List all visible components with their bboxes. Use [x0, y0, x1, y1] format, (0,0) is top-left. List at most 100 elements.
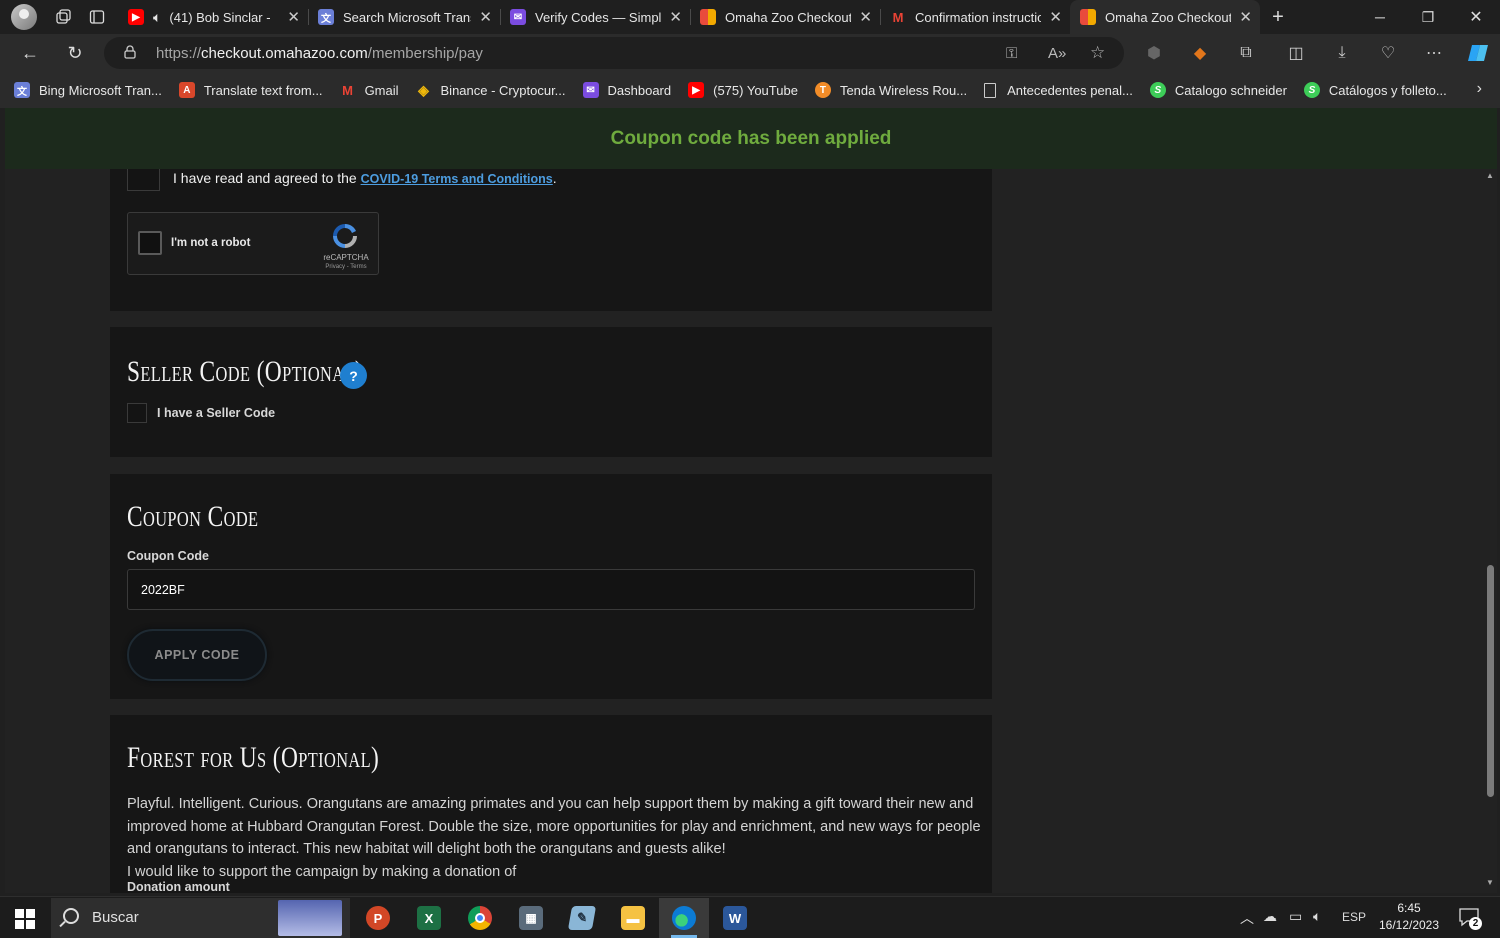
favorite-star-icon[interactable]: ☆ — [1090, 43, 1105, 63]
back-icon[interactable]: ← — [14, 38, 46, 68]
calculator-app-icon[interactable]: ▦ — [506, 898, 556, 938]
workspaces-icon[interactable] — [48, 0, 78, 34]
key-icon[interactable]: ⚿ — [1006, 45, 1017, 62]
refresh-icon[interactable]: ↻ — [59, 38, 91, 68]
seller-code-checkbox-label: I have a Seller Code — [157, 406, 276, 420]
downloads-icon[interactable]: ⤓ — [1328, 39, 1356, 67]
close-tab-icon[interactable]: ✕ — [669, 8, 682, 26]
close-tab-icon[interactable]: ✕ — [479, 8, 492, 26]
schneider-icon: S — [1303, 82, 1320, 98]
notification-center-icon[interactable]: 2 — [1458, 906, 1482, 930]
tenda-icon: T — [814, 82, 831, 98]
url-text[interactable]: https://checkout.omahazoo.com/membership… — [156, 45, 483, 62]
tab-search-microsoft-translator[interactable]: 文 Search Microsoft Trans ✕ — [308, 0, 500, 34]
gmail-icon: M — [342, 82, 353, 98]
volume-icon[interactable]: 🔈︎ — [1313, 908, 1321, 925]
bookmark-binance[interactable]: ◈ Binance - Cryptocur... — [416, 81, 565, 98]
windows-taskbar: Buscar P X ▦ ✎ ▬ W ︿ ☁ ▭ 🔈︎ ESP 6:45 16/… — [0, 896, 1500, 938]
seller-code-card: Seller Code (Optional) ? I have a Seller… — [110, 327, 992, 457]
apply-code-button[interactable]: APPLY CODE — [127, 629, 267, 681]
search-placeholder: Buscar — [92, 909, 139, 926]
seller-code-checkbox[interactable] — [127, 403, 147, 423]
forest-for-us-heading: Forest for Us (Optional) — [127, 741, 380, 774]
coupon-code-input[interactable] — [127, 569, 975, 610]
tab-verify-codes[interactable]: ✉ Verify Codes — Simply ✕ — [500, 0, 690, 34]
coupon-code-heading: Coupon Code — [127, 500, 259, 533]
tab-title: Omaha Zoo Checkout — [1105, 9, 1232, 25]
recaptcha-privacy-terms[interactable]: Privacy - Terms — [320, 264, 372, 270]
profile-avatar[interactable] — [11, 4, 37, 30]
extensions-puzzle-icon[interactable]: ⧉ — [1232, 39, 1260, 67]
forest-for-us-card: Forest for Us (Optional) Playful. Intell… — [110, 715, 992, 893]
edge-app-icon[interactable] — [659, 898, 709, 938]
windows-start-icon[interactable] — [15, 909, 35, 929]
browser-toolbar: ← ↻ https://checkout.omahazoo.com/member… — [0, 34, 1500, 72]
taskbar-clock[interactable]: 6:45 16/12/2023 — [1373, 900, 1445, 934]
close-tab-icon[interactable]: ✕ — [1239, 8, 1252, 26]
restore-icon[interactable]: ❐ — [1404, 0, 1452, 34]
youtube-icon: ▶ — [128, 9, 144, 25]
extension-icon[interactable]: ⬢ — [1140, 39, 1168, 67]
coupon-code-card: Coupon Code Coupon Code APPLY CODE — [110, 474, 992, 699]
coupon-code-field-label: Coupon Code — [127, 549, 209, 563]
excel-app-icon[interactable]: X — [404, 898, 454, 938]
schneider-icon: S — [1149, 82, 1166, 98]
metamask-icon[interactable]: ◆ — [1186, 39, 1214, 67]
page-scrollbar[interactable]: ▲ ▼ — [1483, 169, 1497, 893]
recaptcha-checkbox[interactable] — [138, 231, 162, 255]
donation-amount-label: Donation amount — [127, 880, 230, 893]
bookmark-dashboard[interactable]: ✉ Dashboard — [582, 82, 671, 98]
scrollbar-thumb[interactable] — [1487, 565, 1494, 797]
split-screen-icon[interactable]: ◫ — [1282, 39, 1310, 67]
covid-terms-link[interactable]: COVID-19 Terms and Conditions — [361, 172, 553, 186]
settings-menu-icon[interactable]: ⋯ — [1420, 39, 1448, 67]
recaptcha-brand: reCAPTCHA — [323, 253, 369, 262]
tab-title: Search Microsoft Trans — [343, 9, 472, 25]
bookmark-catalogo-schneider[interactable]: S Catalogo schneider — [1149, 82, 1287, 98]
read-aloud-icon[interactable]: A» — [1048, 45, 1066, 62]
close-tab-icon[interactable]: ✕ — [1049, 8, 1062, 26]
file-explorer-app-icon[interactable]: ▬ — [608, 898, 658, 938]
bookmark-catalogos-folletos[interactable]: S Catálogos y folleto... — [1303, 82, 1447, 98]
tab-omaha-zoo-checkout-active[interactable]: Omaha Zoo Checkout ✕ — [1070, 0, 1260, 34]
search-icon — [63, 908, 79, 924]
close-tab-icon[interactable]: ✕ — [859, 8, 872, 26]
scroll-down-icon[interactable]: ▼ — [1486, 878, 1494, 887]
help-icon[interactable]: ? — [340, 362, 367, 389]
close-window-icon[interactable]: ✕ — [1452, 0, 1500, 34]
bookmark-youtube[interactable]: ▶ (575) YouTube — [688, 82, 798, 98]
minimize-icon[interactable]: ─ — [1356, 0, 1404, 34]
bookmark-bing-translator[interactable]: 文 Bing Microsoft Tran... — [14, 82, 162, 98]
tab-youtube-bob-sinclar[interactable]: ▶ 🔈︎ (41) Bob Sinclar - ✕ — [118, 0, 308, 34]
language-indicator[interactable]: ESP — [1342, 910, 1366, 924]
onedrive-icon[interactable]: ☁ — [1263, 908, 1277, 925]
close-tab-icon[interactable]: ✕ — [287, 8, 300, 26]
binance-icon: ◈ — [418, 81, 429, 98]
speaker-icon[interactable]: 🔈︎ — [153, 9, 161, 26]
address-bar[interactable]: https://checkout.omahazoo.com/membership… — [104, 37, 1124, 69]
chrome-app-icon[interactable] — [455, 898, 505, 938]
bookmark-translate-text[interactable]: A Translate text from... — [178, 82, 323, 98]
bookmark-antecedentes[interactable]: Antecedentes penal... — [984, 82, 1133, 98]
performance-icon[interactable]: ♡ — [1374, 39, 1402, 67]
bookmark-gmail[interactable]: M Gmail — [340, 82, 398, 98]
chevron-right-icon[interactable]: › — [1477, 80, 1482, 98]
tab-title: Confirmation instructio — [915, 9, 1042, 25]
notepad-app-icon[interactable]: ✎ — [557, 898, 607, 938]
new-tab-icon[interactable]: + — [1260, 0, 1296, 34]
scroll-up-icon[interactable]: ▲ — [1486, 171, 1494, 180]
copilot-icon[interactable] — [1463, 39, 1493, 67]
tab-actions-icon[interactable] — [82, 0, 112, 34]
bookmarks-bar: 文 Bing Microsoft Tran... A Translate text … — [0, 72, 1500, 108]
word-app-icon[interactable]: W — [710, 898, 760, 938]
bookmark-tenda[interactable]: T Tenda Wireless Rou... — [814, 82, 967, 98]
network-icon[interactable]: ▭ — [1289, 908, 1302, 925]
show-hidden-icons-icon[interactable]: ︿ — [1240, 908, 1254, 928]
powerpoint-app-icon[interactable]: P — [353, 898, 403, 938]
lock-icon[interactable] — [124, 45, 136, 59]
translator-icon: 文 — [14, 82, 30, 98]
tab-omaha-zoo-checkout[interactable]: Omaha Zoo Checkout ✕ — [690, 0, 880, 34]
tab-title: Verify Codes — Simply — [535, 9, 662, 25]
tab-confirmation-instructions[interactable]: M Confirmation instructio ✕ — [880, 0, 1070, 34]
taskbar-search[interactable]: Buscar — [51, 898, 350, 938]
